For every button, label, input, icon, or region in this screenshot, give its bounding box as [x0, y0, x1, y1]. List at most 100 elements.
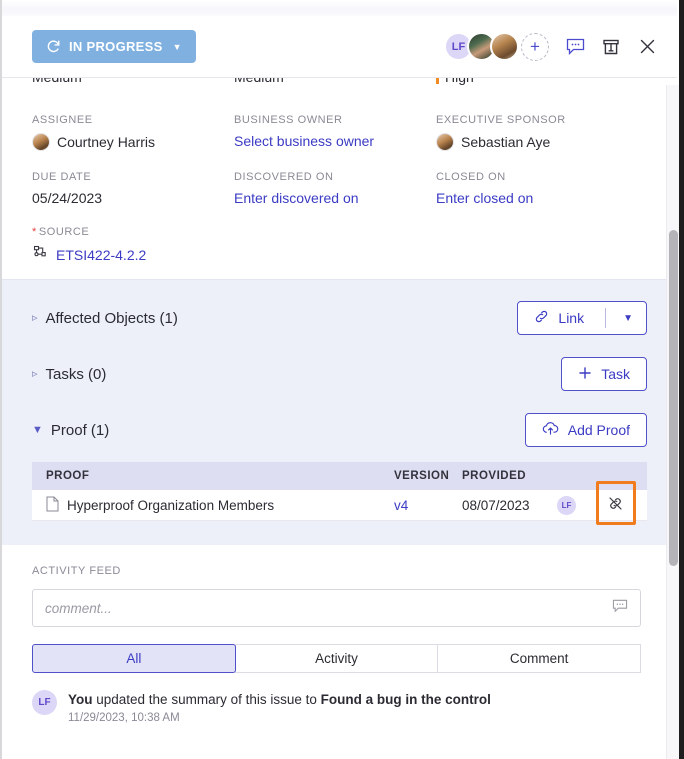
collapsible-sections: ▹ Affected Objects (1) Link ▼ ▹ Tasks (0… [2, 279, 677, 545]
plus-icon [578, 366, 592, 383]
table-row[interactable]: Hyperproof Organization Members v4 08/07… [32, 481, 647, 525]
comment-icon[interactable] [565, 37, 585, 57]
section-proof-toggle[interactable]: ▼ Proof (1) [32, 422, 525, 439]
field-assignee: ASSIGNEE Courtney Harris [32, 114, 234, 151]
cell-actions [596, 481, 636, 525]
cell-proof-name: Hyperproof Organization Members [46, 496, 394, 515]
vertical-scrollbar-thumb[interactable] [669, 230, 678, 566]
scroll-content: Medium Medium High ASSIGNEE Courtney Har… [2, 78, 677, 759]
add-proof-label: Add Proof [567, 422, 630, 438]
cloud-upload-icon [542, 421, 559, 439]
issue-detail-panel: IN PROGRESS ▼ LF + ASSIGNEE Courtney Har… [0, 0, 684, 759]
detail-row-1: ASSIGNEE Courtney Harris BUSINESS OWNER … [32, 114, 647, 151]
field-value[interactable]: 05/24/2023 [32, 190, 234, 206]
top-gradient-strip [2, 0, 677, 16]
archive-icon[interactable] [601, 37, 621, 57]
status-dropdown-button[interactable]: IN PROGRESS ▼ [32, 30, 196, 63]
comment-icon[interactable] [612, 599, 628, 618]
section-affected-objects-toggle[interactable]: ▹ Affected Objects (1) [32, 310, 517, 327]
source-value-wrap[interactable]: ETSI422-4.2.2 [32, 245, 352, 265]
field-executive-sponsor: EXECUTIVE SPONSOR Sebastian Aye [436, 114, 638, 151]
field-label: DUE DATE [32, 171, 92, 183]
chevron-down-icon: ▼ [172, 41, 182, 52]
field-label: CLOSED ON [436, 171, 506, 183]
section-title: Affected Objects (1) [45, 309, 178, 327]
activity-actor: You [68, 692, 93, 707]
detail-fields-grid: ASSIGNEE Courtney Harris BUSINESS OWNER … [2, 98, 677, 265]
comment-input[interactable] [45, 600, 612, 616]
tab-activity[interactable]: Activity [234, 644, 439, 673]
clipped-value-2: Medium [234, 78, 436, 85]
vertical-scrollbar-track[interactable] [666, 85, 679, 759]
unlink-proof-button[interactable] [596, 481, 636, 525]
field-label: BUSINESS OWNER [234, 114, 343, 126]
status-label: IN PROGRESS [69, 39, 163, 54]
field-value[interactable]: Enter discovered on [234, 190, 436, 206]
add-task-label: Task [601, 366, 630, 382]
field-value[interactable]: Enter closed on [436, 190, 638, 206]
field-value[interactable]: Select business owner [234, 133, 436, 149]
column-header-proof: PROOF [46, 470, 90, 482]
avatar-initials: LF [38, 697, 51, 708]
avatar-initials: LF [561, 500, 572, 510]
field-business-owner: BUSINESS OWNER Select business owner [234, 114, 436, 151]
panel-header: IN PROGRESS ▼ LF + [2, 16, 677, 78]
activity-entry-text: You updated the summary of this issue to… [68, 690, 491, 710]
activity-text-middle: updated the summary of this issue to [92, 692, 321, 707]
field-value-wrap[interactable]: Sebastian Aye [436, 133, 638, 151]
clipped-value-1: Medium [32, 78, 234, 85]
avatar[interactable] [490, 32, 519, 61]
column-header-provided: PROVIDED [462, 470, 527, 482]
field-closed-on: CLOSED ON Enter closed on [436, 171, 638, 206]
activity-entry: LF You updated the summary of this issue… [32, 690, 641, 724]
add-task-button[interactable]: Task [561, 357, 647, 391]
unlink-icon [607, 495, 624, 515]
section-tasks-toggle[interactable]: ▹ Tasks (0) [32, 366, 561, 383]
activity-feed: ACTIVITY FEED All Activity Comment [2, 545, 677, 724]
priority-bar-icon [436, 78, 439, 84]
add-proof-button[interactable]: Add Proof [524, 413, 647, 447]
link-button-label: Link [558, 310, 585, 326]
chevron-down-icon[interactable]: ▼ [617, 302, 646, 334]
section-tasks: ▹ Tasks (0) Task [32, 346, 647, 402]
avatar: LF [32, 690, 57, 715]
comment-box[interactable] [32, 589, 641, 627]
field-value-wrap[interactable]: Courtney Harris [32, 133, 234, 151]
button-divider [605, 308, 607, 328]
source-value[interactable]: ETSI422-4.2.2 [56, 247, 146, 263]
chevron-right-icon: ▹ [32, 311, 38, 324]
tab-all[interactable]: All [32, 644, 236, 673]
activity-feed-label: ACTIVITY FEED [32, 565, 121, 577]
proof-table-header: PROOF VERSION PROVIDED [32, 462, 647, 490]
cell-provided-date: 08/07/2023 [462, 497, 530, 513]
cell-provided-by: LF [557, 495, 597, 515]
activity-entry-body: You updated the summary of this issue to… [68, 690, 491, 724]
field-label: ASSIGNEE [32, 114, 93, 126]
field-value: Sebastian Aye [461, 134, 551, 150]
link-button[interactable]: Link ▼ [517, 301, 647, 335]
chevron-down-icon: ▼ [32, 423, 43, 436]
avatar [32, 133, 50, 151]
activity-feed-tabs: All Activity Comment [32, 644, 642, 673]
tab-comment[interactable]: Comment [437, 644, 642, 673]
proof-name: Hyperproof Organization Members [67, 497, 275, 513]
detail-row-3: * SOURCE ETSI422-4.2.2 [32, 226, 647, 265]
clipped-value-3: High [445, 78, 474, 85]
detail-row-2: DUE DATE 05/24/2023 DISCOVERED ON Enter … [32, 171, 647, 206]
section-title: Proof (1) [50, 421, 110, 439]
cell-version[interactable]: v4 [394, 498, 462, 513]
section-proof: ▼ Proof (1) Add Proof [32, 402, 647, 458]
column-header-version: VERSION [394, 470, 450, 482]
section-affected-objects: ▹ Affected Objects (1) Link ▼ [32, 290, 647, 346]
window-right-edge [679, 0, 684, 759]
clipped-value-3-wrap: High [436, 78, 638, 85]
section-title: Tasks (0) [45, 365, 107, 383]
refresh-icon [46, 39, 61, 54]
avatar-initials: LF [451, 40, 466, 53]
link-icon [534, 309, 549, 327]
collaborator-avatars: LF + [444, 32, 549, 61]
add-collaborator-button[interactable]: + [521, 32, 549, 61]
chevron-right-icon: ▹ [32, 367, 38, 380]
field-due-date: DUE DATE 05/24/2023 [32, 171, 234, 206]
close-icon[interactable] [637, 37, 657, 57]
